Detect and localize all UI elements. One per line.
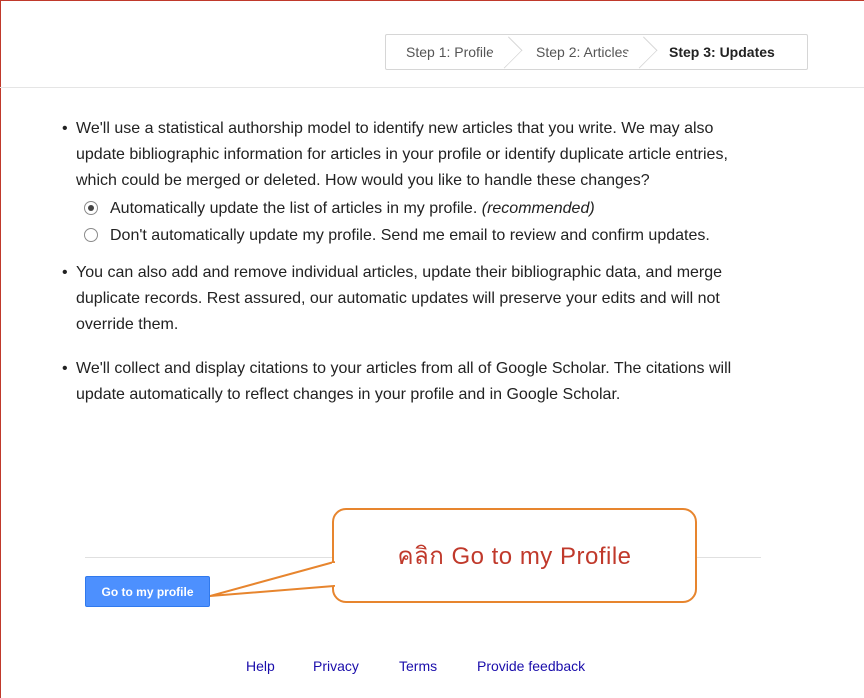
intro-paragraph: • We'll use a statistical authorship mod…: [62, 116, 762, 194]
annotation-text: คลิก Go to my Profile: [397, 543, 632, 570]
intro-text: We'll use a statistical authorship model…: [76, 120, 728, 189]
breadcrumb: Step 1: Profile Step 2: Articles Step 3:…: [385, 34, 808, 70]
edit-text: You can also add and remove individual a…: [76, 264, 723, 333]
step-articles-label: Step 2: Articles: [536, 44, 630, 60]
citations-paragraph: • We'll collect and display citations to…: [62, 356, 762, 408]
edit-paragraph: • You can also add and remove individual…: [62, 260, 762, 338]
header-divider: [0, 87, 864, 88]
option-auto-label: Automatically update the list of article…: [110, 200, 478, 217]
option-manual-label: Don't automatically update my profile. S…: [110, 227, 710, 244]
bullet: •: [62, 120, 68, 137]
citations-text: We'll collect and display citations to y…: [76, 360, 732, 403]
footer-help-link[interactable]: Help: [246, 658, 275, 674]
bullet: •: [62, 264, 68, 281]
footer-feedback-link[interactable]: Provide feedback: [477, 658, 585, 674]
step-updates[interactable]: Step 3: Updates: [651, 35, 807, 69]
step-updates-label: Step 3: Updates: [669, 44, 775, 60]
recommended-note: (recommended): [481, 200, 595, 217]
go-to-profile-button[interactable]: Go to my profile: [85, 576, 210, 607]
radio-selected-icon[interactable]: [84, 201, 98, 215]
option-manual-update[interactable]: Don't automatically update my profile. S…: [84, 225, 762, 246]
annotation-callout: คลิก Go to my Profile: [332, 508, 697, 603]
callout-pointer-icon: [210, 561, 338, 597]
step-profile-label: Step 1: Profile: [406, 44, 494, 60]
update-options: Automatically update the list of article…: [84, 198, 762, 246]
radio-unselected-icon[interactable]: [84, 228, 98, 242]
main-content: • We'll use a statistical authorship mod…: [62, 116, 762, 408]
footer-terms-link[interactable]: Terms: [399, 658, 437, 674]
step-articles[interactable]: Step 2: Articles: [516, 35, 658, 69]
footer-privacy-link[interactable]: Privacy: [313, 658, 359, 674]
option-auto-update[interactable]: Automatically update the list of article…: [84, 198, 762, 219]
step-profile[interactable]: Step 1: Profile: [386, 35, 523, 69]
bullet: •: [62, 360, 68, 377]
